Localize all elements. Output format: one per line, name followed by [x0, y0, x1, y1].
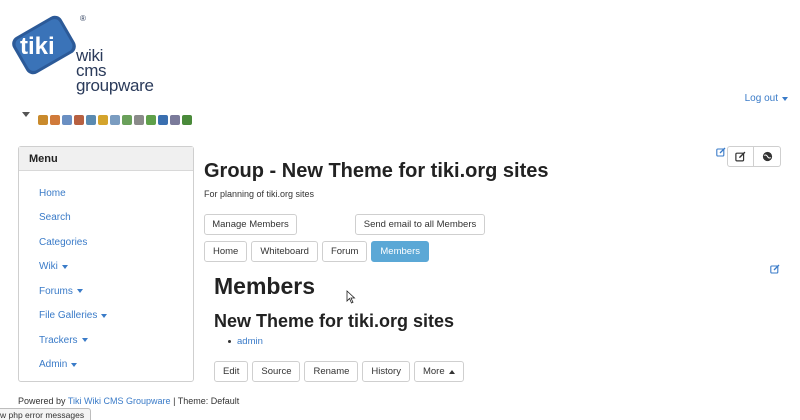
logout-link[interactable]: Log out [745, 93, 788, 104]
menu-item-label: Home [39, 187, 66, 199]
menu-item-label: Wiki [39, 261, 58, 273]
menu-item-forums[interactable]: Forums [19, 279, 193, 304]
page-controls [727, 146, 781, 167]
history-button[interactable]: History [362, 361, 410, 382]
button-label: More [422, 366, 445, 377]
chevron-down-icon [71, 362, 78, 367]
powered-by-text: Powered by [18, 396, 66, 406]
logo-wordmark: wiki cms groupware [76, 47, 154, 95]
chevron-down-icon [101, 313, 108, 318]
page-title: Group - New Theme for tiki.org sites [204, 160, 549, 182]
caret-up-icon [448, 369, 455, 374]
menu-panel: Menu Home Search Categories Wiki Forums File … [18, 146, 194, 382]
menu-item-label: Admin [39, 359, 68, 371]
leaf-icon[interactable] [182, 115, 192, 125]
menu-item-categories[interactable]: Categories [19, 230, 193, 255]
logo-badge-text: tiki [20, 33, 55, 60]
edit-module-icon[interactable] [716, 147, 726, 157]
tiki-logo-badge: tiki [12, 15, 76, 75]
edit-button[interactable]: Edit [214, 361, 249, 382]
wrench-icon[interactable] [38, 115, 48, 125]
menu-item-label: File Galleries [39, 310, 98, 322]
quick-admin-caret-icon[interactable] [22, 112, 30, 117]
tab-home[interactable]: Home [204, 241, 248, 262]
tab-forum[interactable]: Forum [321, 241, 368, 262]
manage-members-button[interactable]: Manage Members [204, 214, 297, 235]
logout-label: Log out [744, 93, 778, 104]
card-icon[interactable] [170, 115, 180, 125]
rename-button[interactable]: Rename [304, 361, 359, 382]
button-label: History [371, 366, 401, 377]
group-tabs: Home Whiteboard Forum Members [204, 241, 429, 262]
php-error-toggle[interactable]: w php error messages [0, 408, 92, 420]
puzzle-icon[interactable] [146, 115, 156, 125]
menu-item-file-galleries[interactable]: File Galleries [19, 304, 193, 329]
page-actions: Edit Source Rename History More [214, 361, 464, 382]
chevron-down-icon [81, 338, 88, 343]
button-label: Source [261, 366, 292, 377]
members-heading: Members [214, 273, 315, 299]
menu-heading: Menu [19, 147, 193, 171]
tab-members[interactable]: Members [371, 241, 429, 262]
page-description: For planning of tiki.org sites [204, 189, 315, 199]
member-item: admin [228, 336, 263, 347]
chevron-down-icon [782, 96, 788, 101]
language-button[interactable] [754, 146, 781, 167]
mouse-cursor-icon [346, 290, 356, 304]
menu-item-wiki[interactable]: Wiki [19, 255, 193, 280]
menu-item-admin[interactable]: Admin [19, 353, 193, 378]
site-footer: Powered by Tiki Wiki CMS Groupware | The… [18, 396, 239, 406]
module-icon[interactable] [134, 115, 144, 125]
more-button[interactable]: More [413, 361, 464, 382]
edit-content-icon[interactable] [770, 264, 780, 274]
quick-admin-toolbar [38, 115, 192, 125]
key-icon[interactable] [98, 115, 108, 125]
home-icon[interactable] [50, 115, 60, 125]
users-icon[interactable] [86, 115, 96, 125]
source-button[interactable]: Source [252, 361, 301, 382]
bullet-icon [228, 340, 231, 343]
user-icon[interactable] [74, 115, 84, 125]
menu-item-label: Categories [39, 236, 88, 248]
button-label: Edit [223, 366, 240, 377]
menu-item-trackers[interactable]: Trackers [19, 328, 193, 353]
send-email-button[interactable]: Send email to all Members [355, 214, 485, 235]
button-label: Rename [313, 366, 350, 377]
chevron-down-icon [76, 289, 83, 294]
menu-item-label: Forums [39, 285, 73, 297]
member-list: admin [228, 336, 263, 347]
table-icon[interactable] [110, 115, 120, 125]
tab-whiteboard[interactable]: Whiteboard [251, 241, 318, 262]
refresh-icon[interactable] [122, 115, 132, 125]
book-icon[interactable] [158, 115, 168, 125]
logo-line-groupware: groupware [76, 76, 154, 95]
menu-item-search[interactable]: Search [19, 206, 193, 231]
theme-text: | Theme: Default [173, 396, 240, 406]
member-link[interactable]: admin [237, 336, 263, 347]
edit-page-button[interactable] [727, 146, 754, 167]
menu-list: Home Search Categories Wiki Forums File Galle… [19, 171, 193, 377]
group-heading: New Theme for tiki.org sites [214, 311, 455, 331]
menu-item-label: Search [39, 212, 71, 224]
globe-icon [762, 151, 772, 162]
pencil-icon[interactable] [62, 115, 72, 125]
edit-icon [735, 151, 746, 162]
menu-item-home[interactable]: Home [19, 181, 193, 206]
menu-item-label: Trackers [39, 334, 78, 346]
tiki-link[interactable]: Tiki Wiki CMS Groupware [68, 396, 171, 406]
site-logo[interactable]: tiki ® wiki cms groupware [8, 10, 178, 100]
chevron-down-icon [61, 264, 68, 269]
registered-mark: ® [80, 14, 86, 23]
